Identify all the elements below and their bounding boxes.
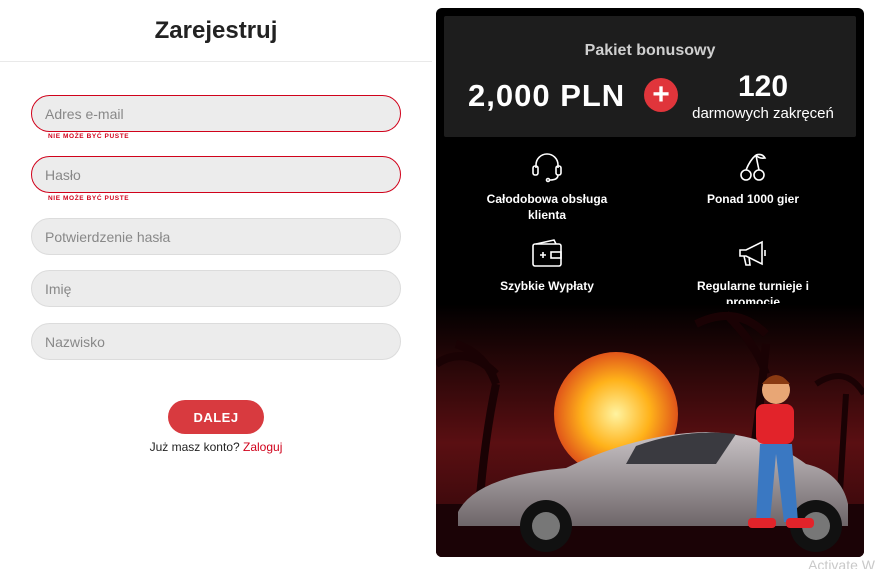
password-input[interactable] xyxy=(32,157,400,192)
last-name-input[interactable] xyxy=(32,324,400,359)
feature-payouts-text: Szybkie Wypłaty xyxy=(500,279,594,293)
first-name-input[interactable] xyxy=(32,271,400,306)
sunset-car-illustration xyxy=(436,304,864,557)
next-button[interactable]: DALEJ xyxy=(168,400,264,434)
confirm-password-input[interactable] xyxy=(32,219,400,254)
bonus-box: Pakiet bonusowy 2,000 PLN + 120 darmowyc… xyxy=(444,16,856,137)
megaphone-icon xyxy=(739,240,766,266)
login-prompt-text: Już masz konto? xyxy=(149,440,240,454)
feature-tournaments: Regularne turnieje i promocje xyxy=(673,238,833,310)
headset-icon xyxy=(532,153,562,183)
password-error-text: NIE MOŻE BYĆ PUSTE xyxy=(48,195,130,202)
promo-panel: Pakiet bonusowy 2,000 PLN + 120 darmowyc… xyxy=(436,8,864,557)
email-field[interactable] xyxy=(31,95,401,132)
feature-games: Ponad 1000 gier xyxy=(673,151,833,207)
cherries-icon xyxy=(740,153,767,181)
registration-form: Zarejestruj NIE MOŻE BYĆ PUSTE NIE MOŻE … xyxy=(0,0,432,569)
bonus-title: Pakiet bonusowy xyxy=(584,42,716,59)
email-input[interactable] xyxy=(32,96,400,131)
bonus-amount: 2,000 PLN xyxy=(468,78,626,113)
password-field[interactable] xyxy=(31,156,401,193)
spins-label: darmowych zakręceń xyxy=(692,105,834,122)
feature-support-text: Całodobowa obsługa klienta xyxy=(486,192,608,222)
plus-icon: + xyxy=(644,78,678,112)
feature-support: Całodobowa obsługa klienta xyxy=(467,151,627,223)
activation-watermark: Activate W xyxy=(808,557,875,569)
page-title: Zarejestruj xyxy=(0,0,432,62)
first-name-field[interactable] xyxy=(31,270,401,307)
login-prompt: Już masz konto? Zaloguj xyxy=(0,440,432,454)
spins-count: 120 xyxy=(737,70,789,103)
feature-payouts: Szybkie Wypłaty xyxy=(467,238,627,294)
feature-games-text: Ponad 1000 gier xyxy=(706,192,800,206)
confirm-password-field[interactable] xyxy=(31,218,401,255)
last-name-field[interactable] xyxy=(31,323,401,360)
wallet-icon xyxy=(532,239,562,267)
login-link[interactable]: Zaloguj xyxy=(243,440,282,454)
email-error-text: NIE MOŻE BYĆ PUSTE xyxy=(48,133,130,140)
